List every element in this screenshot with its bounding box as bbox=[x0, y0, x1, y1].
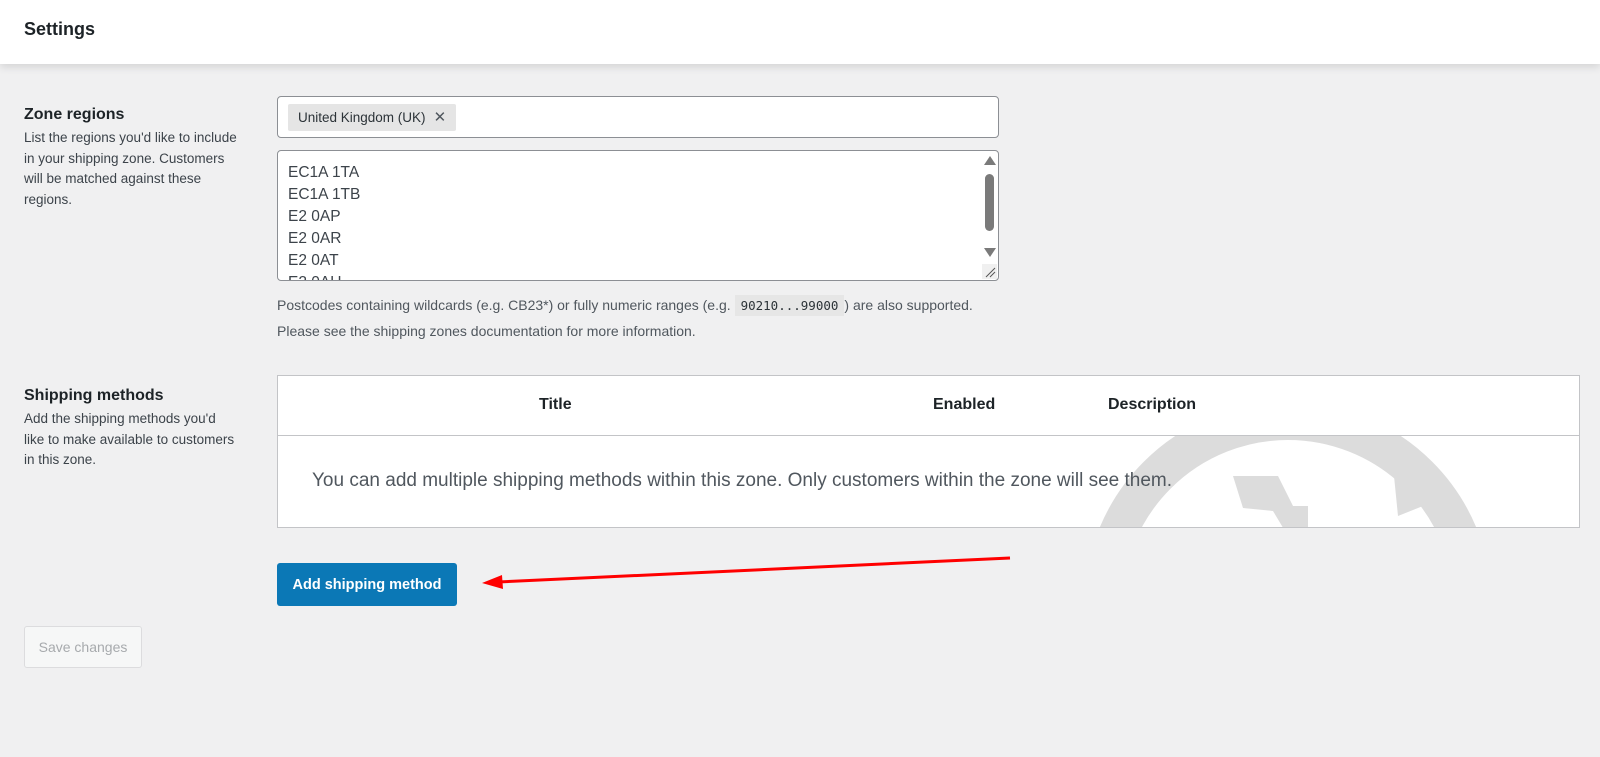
scroll-up-arrow-icon[interactable] bbox=[984, 156, 996, 165]
zone-regions-title: Zone regions bbox=[24, 106, 125, 123]
postcode-line: EC1A 1TA bbox=[288, 164, 360, 181]
postcode-line: E2 0AU bbox=[288, 272, 360, 280]
empty-methods-message: You can add multiple shipping methods wi… bbox=[312, 470, 1173, 491]
add-shipping-method-button[interactable]: Add shipping method bbox=[277, 563, 457, 606]
save-changes-button[interactable]: Save changes bbox=[24, 626, 142, 668]
shipping-methods-description: Add the shipping methods you'd like to m… bbox=[24, 411, 235, 467]
annotation-arrow-icon bbox=[482, 556, 1011, 589]
help-text-before: Postcodes containing wildcards (e.g. CB2… bbox=[277, 297, 735, 313]
zone-regions-description: List the regions you'd like to include i… bbox=[24, 130, 237, 207]
remove-region-icon[interactable]: ✕ bbox=[434, 104, 447, 131]
postcode-line: EC1A 1TB bbox=[288, 186, 361, 203]
postcodes-textarea[interactable]: EC1A 1TA EC1A 1TB E2 0AP E2 0AR E2 0AT E… bbox=[277, 150, 999, 281]
region-chip: United Kingdom (UK) ✕ bbox=[288, 104, 457, 131]
page-title: Settings bbox=[24, 19, 96, 39]
resize-handle-icon[interactable] bbox=[982, 264, 997, 279]
postcode-help-text: Postcodes containing wildcards (e.g. CB2… bbox=[277, 293, 997, 343]
shipping-methods-table: Title Enabled Description You can add mu… bbox=[277, 375, 1580, 528]
zone-region-select[interactable]: United Kingdom (UK) ✕ bbox=[277, 96, 999, 138]
shipping-methods-title: Shipping methods bbox=[24, 387, 164, 404]
column-header-description: Description bbox=[1108, 396, 1197, 413]
postcode-line: E2 0AP bbox=[288, 208, 341, 225]
help-code-example: 90210...99000 bbox=[734, 295, 845, 316]
postcode-line: E2 0AT bbox=[288, 252, 339, 269]
column-header-title: Title bbox=[539, 396, 572, 413]
scroll-down-arrow-icon[interactable] bbox=[984, 248, 996, 257]
textarea-scrollbar[interactable] bbox=[981, 151, 998, 280]
scroll-thumb[interactable] bbox=[985, 174, 994, 231]
top-header: Settings bbox=[0, 0, 1600, 64]
postcode-line: E2 0AR bbox=[288, 230, 342, 247]
region-chip-label: United Kingdom (UK) bbox=[298, 110, 426, 125]
table-header: Title Enabled Description bbox=[278, 376, 1579, 436]
column-header-enabled: Enabled bbox=[933, 396, 996, 413]
